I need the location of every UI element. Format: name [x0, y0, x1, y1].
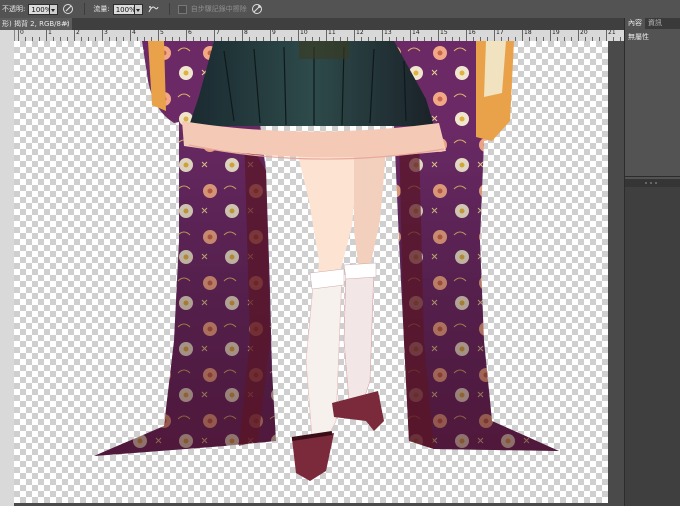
ruler-tick — [466, 30, 467, 41]
ruler-tick-label: 18 — [524, 30, 532, 36]
panel-tabs: 內容 資訊 — [625, 18, 680, 29]
ruler-tick — [354, 30, 355, 41]
ruler-tick — [270, 30, 271, 41]
document-tab-bar: 形) 揭背 2, RGB/8#) * × — [0, 18, 624, 30]
canvas-area[interactable] — [14, 41, 624, 506]
ruler-tick — [522, 30, 523, 41]
ruler-tick-label: 6 — [188, 30, 192, 36]
ruler-tick — [242, 30, 243, 41]
ruler-tick-label: 16 — [468, 30, 476, 36]
ruler-tick-label: 9 — [272, 30, 276, 36]
properties-content: 無屬性 — [625, 29, 680, 177]
ruler-tick — [158, 30, 159, 41]
ruler-tick — [298, 30, 299, 41]
ruler-tick-label: 14 — [412, 30, 420, 36]
ruler-tick — [326, 30, 327, 41]
properties-panel: 內容 資訊 無屬性 — [624, 18, 680, 506]
options-bar: 不透明: 100% 流量: 100% 自步驟記錄中擦除 — [0, 0, 680, 19]
ruler-tick-label: 8 — [244, 30, 248, 36]
right-sock — [343, 266, 375, 414]
ruler-tick — [578, 30, 579, 41]
ruler-tick — [214, 30, 215, 41]
ruler-tick — [18, 30, 19, 41]
brush-pressure-icon[interactable] — [62, 3, 74, 15]
belt-buckle — [299, 41, 349, 59]
close-tab-icon[interactable]: × — [63, 18, 69, 30]
ruler-tick — [494, 30, 495, 41]
vertical-ruler[interactable] — [0, 30, 15, 506]
ruler-tick-label: 1 — [48, 30, 52, 36]
ruler-tick — [550, 30, 551, 41]
right-shoe — [332, 391, 384, 431]
ruler-tick — [74, 30, 75, 41]
separator — [168, 3, 170, 15]
tablet-pressure-icon[interactable] — [251, 3, 263, 15]
ruler-tick-label: 3 — [104, 30, 108, 36]
ruler-tick-label: 12 — [356, 30, 364, 36]
opacity-dropdown-button[interactable] — [50, 3, 59, 15]
opacity-label: 不透明: — [2, 5, 26, 13]
tab-info[interactable]: 資訊 — [645, 18, 665, 29]
panel-grip[interactable] — [625, 179, 680, 187]
ruler-tick — [438, 30, 439, 41]
ruler-tick-label: 0 — [20, 30, 24, 36]
ruler-tick-label: 7 — [216, 30, 220, 36]
ruler-tick-label: 13 — [384, 30, 392, 36]
ruler-tick-label: 11 — [328, 30, 336, 36]
ruler-tick — [382, 30, 383, 41]
right-leg — [354, 151, 386, 277]
left-shoe — [292, 433, 334, 481]
ruler-tick-label: 19 — [552, 30, 560, 36]
ruler-tick-label: 2 — [76, 30, 80, 36]
tab-properties[interactable]: 內容 — [625, 18, 645, 29]
erase-to-history-checkbox[interactable] — [177, 4, 187, 14]
document-tab-title: 形) 揭背 2, RGB/8#) * — [2, 20, 72, 28]
opacity-field[interactable]: 100% — [28, 3, 51, 15]
right-sock-frill — [343, 262, 377, 280]
erase-to-history-label: 自步驟記錄中擦除 — [190, 5, 247, 13]
flow-dropdown-button[interactable] — [134, 3, 143, 15]
panel-dock-empty — [625, 179, 680, 506]
ruler-tick-label: 5 — [160, 30, 164, 36]
ruler-tick-label: 21 — [608, 30, 616, 36]
ruler-tick — [130, 30, 131, 41]
canvas[interactable] — [14, 41, 608, 503]
flow-label: 流量: — [93, 5, 110, 13]
ruler-tick-label: 20 — [580, 30, 588, 36]
left-sleeve-lining — [148, 41, 166, 111]
ruler-tick — [46, 30, 47, 41]
ruler-tick-label: 4 — [132, 30, 136, 36]
ruler-tick-label: 10 — [300, 30, 308, 36]
flow-field[interactable]: 100% — [112, 3, 136, 15]
ruler-tick-label: 15 — [440, 30, 448, 36]
no-properties-text: 無屬性 — [628, 33, 649, 41]
airbrush-icon[interactable] — [147, 3, 159, 15]
ruler-tick — [410, 30, 411, 41]
ruler-tick — [186, 30, 187, 41]
ruler-tick — [102, 30, 103, 41]
document-tab[interactable]: 形) 揭背 2, RGB/8#) * × — [0, 18, 72, 30]
illustration — [94, 41, 559, 481]
ruler-tick — [606, 30, 607, 41]
ruler-tick-label: 17 — [496, 30, 504, 36]
separator — [84, 3, 86, 15]
